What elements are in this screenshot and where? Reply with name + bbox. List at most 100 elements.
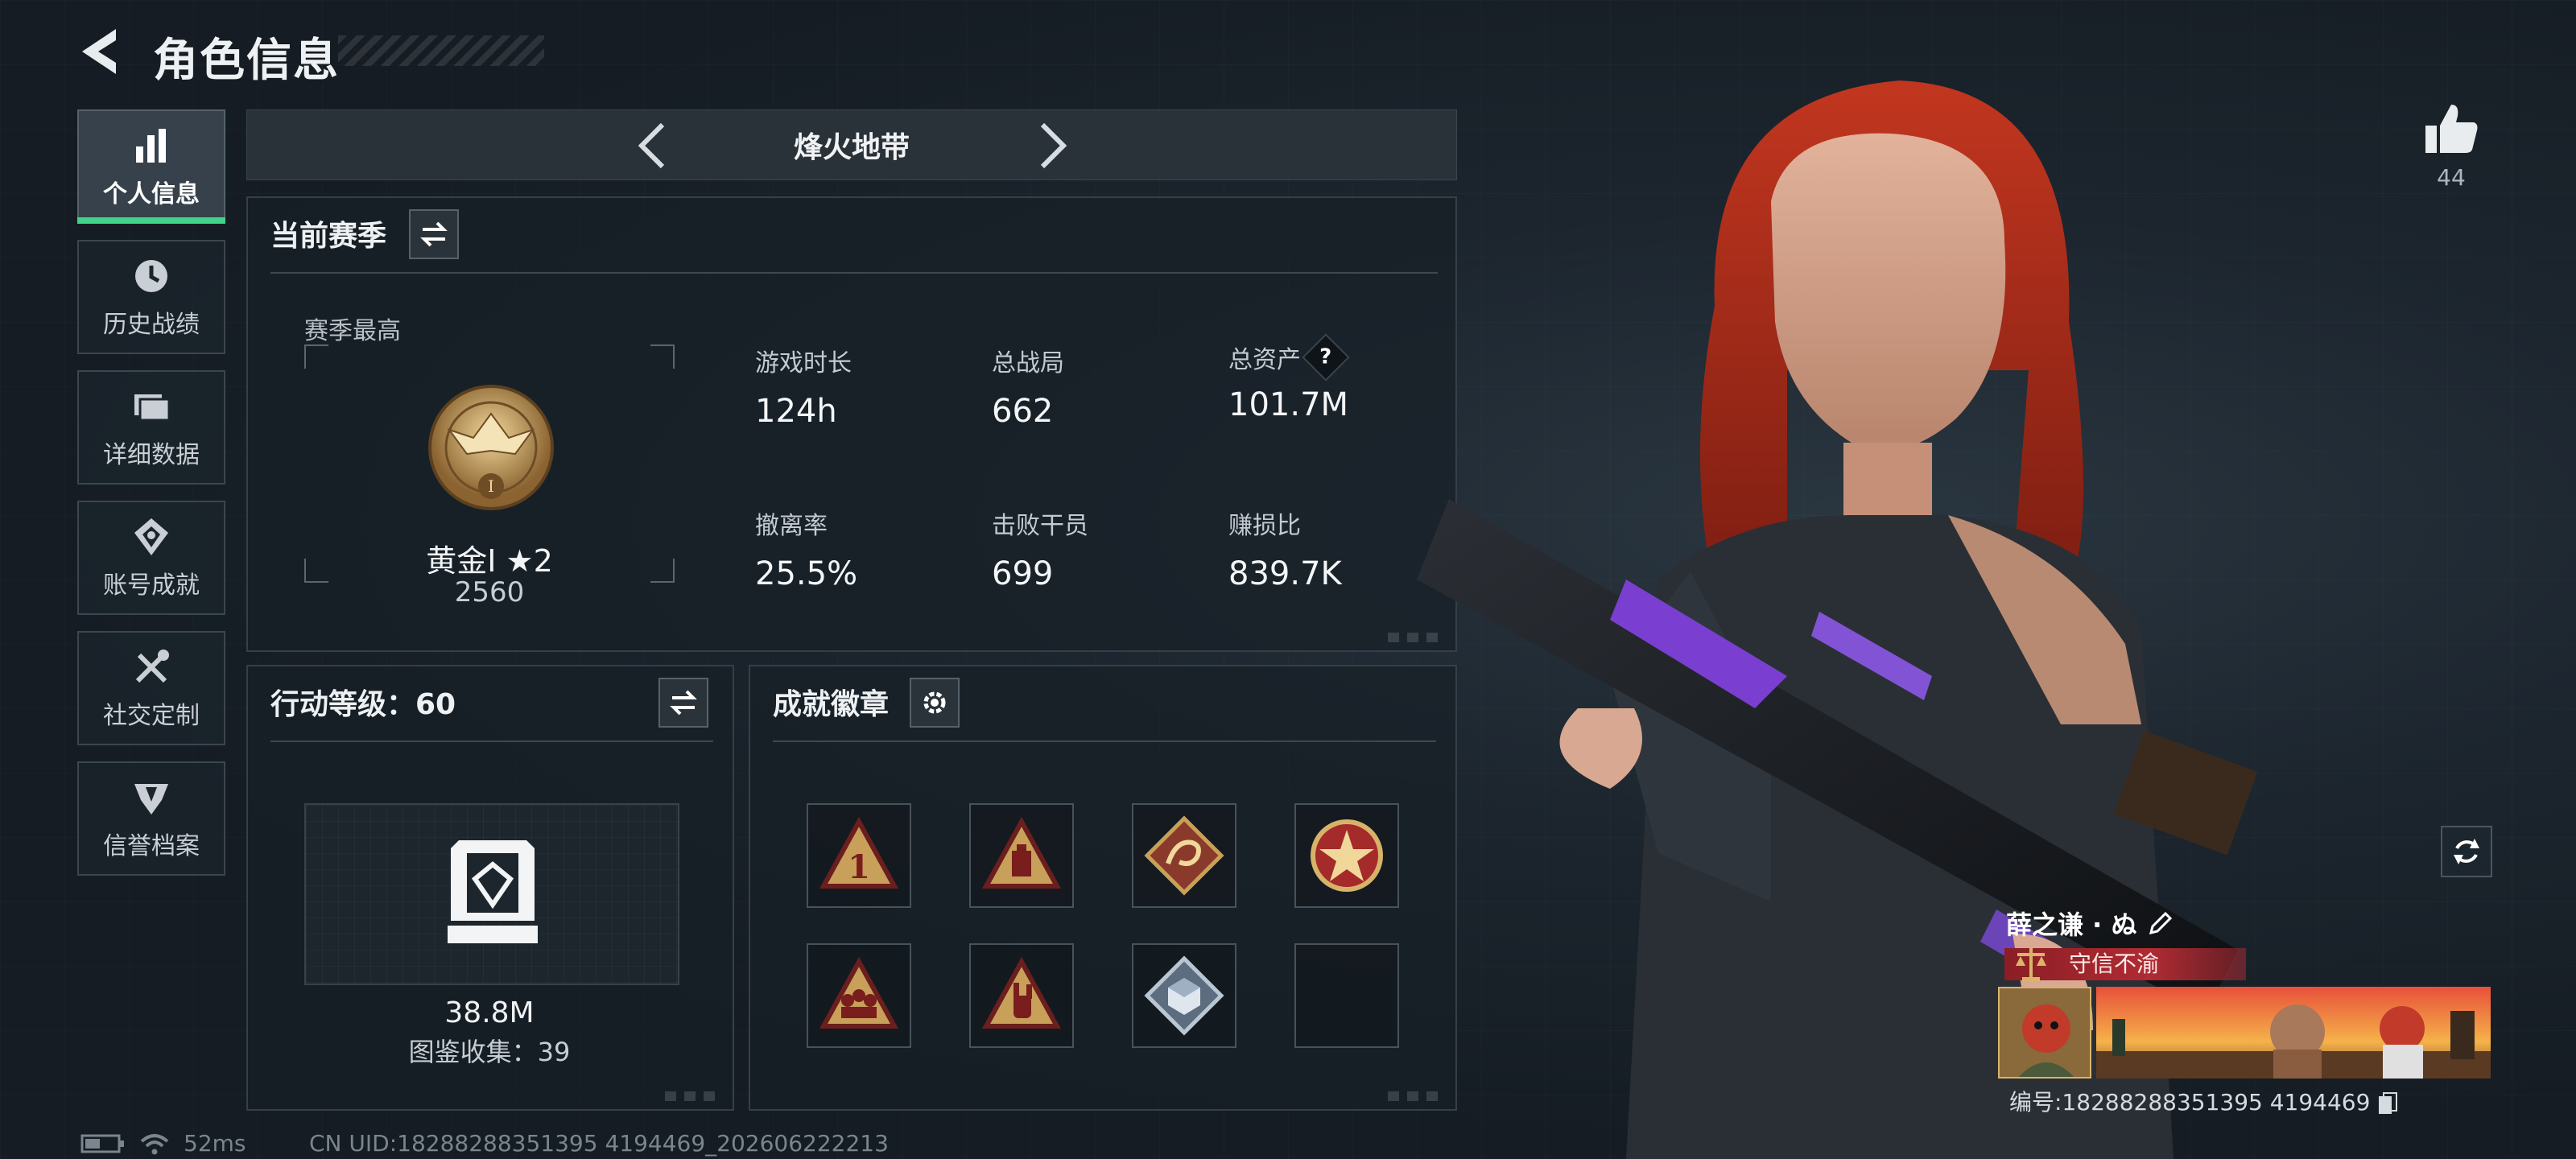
supply-badge[interactable] bbox=[969, 803, 1074, 908]
level-panel: 行动等级：60 38.8M 图鉴收集：39 bbox=[246, 665, 734, 1111]
player-name: 薛之谦 · ぬ bbox=[2006, 909, 2137, 940]
tools-icon bbox=[135, 650, 169, 683]
stat-value: 25.5% bbox=[755, 555, 858, 592]
collection-card[interactable] bbox=[304, 803, 679, 985]
mode-next-button[interactable] bbox=[1023, 118, 1080, 173]
sidebar-item-reputation[interactable]: 信誉档案 bbox=[77, 761, 225, 876]
status-bar: 52ms bbox=[80, 1130, 246, 1157]
thumbs-up-icon bbox=[2425, 105, 2478, 153]
swap-icon bbox=[670, 690, 697, 716]
sidebar: 个人信息 历史战绩 详细数据 账号成就 社交定制 信誉档案 bbox=[77, 109, 227, 892]
clock-icon bbox=[135, 260, 167, 292]
wifi-icon bbox=[140, 1133, 169, 1154]
hand-sign-badge[interactable] bbox=[969, 943, 1074, 1048]
chevron-right-icon bbox=[1040, 122, 1067, 169]
stat-label: 总战局 bbox=[992, 349, 1064, 377]
sidebar-item-label: 个人信息 bbox=[103, 180, 200, 208]
team-badge-icon bbox=[819, 956, 899, 1029]
corner-decoration bbox=[665, 1091, 721, 1101]
folder-icon bbox=[134, 394, 171, 422]
sidebar-item-personal-info[interactable]: 个人信息 bbox=[77, 109, 225, 224]
achievements-heading: 成就徽章 bbox=[773, 688, 890, 721]
season-panel: 当前赛季 赛季最高 I 黄金I ★2 2560 游戏时长 124h 总战局 66… bbox=[246, 196, 1457, 652]
uid-text: CN UID:18288288351395 4194469_2026062222… bbox=[309, 1130, 889, 1157]
stat-total-assets: 总资产 ? 101.7M bbox=[1228, 333, 1350, 423]
divider bbox=[270, 272, 1438, 274]
bar-chart-icon bbox=[136, 129, 166, 163]
achievements-settings-button[interactable] bbox=[910, 678, 960, 728]
shield-icon bbox=[134, 784, 168, 815]
stat-label: 游戏时长 bbox=[755, 349, 852, 377]
stat-value: 662 bbox=[992, 393, 1054, 430]
dragon-badge-icon bbox=[1144, 815, 1224, 896]
level-value: 38.8M bbox=[444, 996, 535, 1029]
season-switch-button[interactable] bbox=[409, 209, 459, 259]
player-id: 编号:18288288351395 4194469 bbox=[2009, 1085, 2398, 1117]
stat-label: 击败干员 bbox=[992, 512, 1088, 540]
ping-value: 52ms bbox=[184, 1130, 246, 1157]
level-heading: 行动等级：60 bbox=[270, 688, 456, 721]
avatar-image bbox=[2000, 988, 2090, 1077]
scales-icon bbox=[2016, 948, 2046, 981]
copy-icon[interactable] bbox=[2377, 1091, 2398, 1116]
help-button[interactable]: ? bbox=[1302, 333, 1350, 382]
hand-sign-badge-icon bbox=[981, 956, 1062, 1029]
mode-selector: 烽火地带 bbox=[246, 109, 1457, 180]
mode-title: 烽火地带 bbox=[793, 131, 910, 164]
divider bbox=[773, 740, 1436, 742]
refresh-button[interactable] bbox=[2441, 826, 2492, 877]
rank-name: 黄金I ★2 bbox=[426, 543, 553, 579]
sidebar-item-label: 详细数据 bbox=[103, 441, 200, 469]
sidebar-item-achievements[interactable]: 账号成就 bbox=[77, 501, 225, 615]
season-heading: 当前赛季 bbox=[270, 220, 387, 253]
refresh-icon bbox=[2454, 839, 2479, 864]
stat-total-matches: 总战局 662 bbox=[992, 343, 1064, 430]
rank-one-badge[interactable]: 1 bbox=[807, 803, 911, 908]
gear-icon bbox=[923, 691, 946, 714]
back-button[interactable] bbox=[77, 26, 126, 77]
dragon-badge[interactable] bbox=[1132, 803, 1236, 908]
back-arrow-icon bbox=[82, 29, 116, 74]
collection-count: 图鉴收集：39 bbox=[408, 1037, 571, 1067]
stat-label: 赚损比 bbox=[1228, 512, 1301, 540]
like-button[interactable]: 44 bbox=[2415, 101, 2487, 191]
stat-profit-ratio: 赚损比 839.7K bbox=[1228, 505, 1342, 592]
sidebar-item-detailed-data[interactable]: 详细数据 bbox=[77, 370, 225, 485]
edit-icon[interactable] bbox=[2146, 909, 2175, 938]
stat-label: 总资产 ? bbox=[1228, 333, 1350, 382]
collection-display-icon bbox=[448, 840, 538, 943]
sidebar-item-label: 历史战绩 bbox=[103, 311, 200, 339]
help-icon: ? bbox=[1319, 345, 1332, 369]
sidebar-item-history[interactable]: 历史战绩 bbox=[77, 240, 225, 354]
team-badge[interactable] bbox=[807, 943, 911, 1048]
supply-badge-icon bbox=[981, 816, 1062, 889]
rank-score: 2560 bbox=[454, 576, 525, 608]
mode-prev-button[interactable] bbox=[625, 118, 682, 173]
stat-value: 839.7K bbox=[1228, 555, 1342, 592]
swap-icon bbox=[420, 221, 448, 247]
achievement-icon bbox=[134, 518, 168, 555]
player-id-text: 编号:18288288351395 4194469 bbox=[2009, 1089, 2371, 1116]
stat-label: 撤离率 bbox=[755, 512, 828, 540]
stat-value: 699 bbox=[992, 555, 1054, 592]
divider bbox=[270, 740, 713, 742]
crate-badge-icon bbox=[1144, 955, 1224, 1036]
battery-icon bbox=[80, 1134, 124, 1153]
stat-extraction-rate: 撤离率 25.5% bbox=[755, 505, 857, 592]
avatar[interactable] bbox=[1998, 987, 2091, 1079]
sidebar-item-label: 信誉档案 bbox=[103, 832, 200, 860]
title-decoration bbox=[338, 35, 544, 66]
page-title: 角色信息 bbox=[153, 35, 340, 87]
sidebar-item-label: 社交定制 bbox=[103, 702, 200, 730]
chevron-left-icon bbox=[638, 122, 665, 169]
stat-play-time: 游戏时长 124h bbox=[755, 343, 852, 430]
crate-badge[interactable] bbox=[1132, 943, 1236, 1048]
banner-image bbox=[2096, 987, 2491, 1079]
player-name-row: 薛之谦 · ぬ bbox=[2006, 905, 2175, 942]
stat-value: 101.7M bbox=[1228, 386, 1349, 423]
sidebar-item-label: 账号成就 bbox=[103, 571, 200, 600]
sidebar-item-social[interactable]: 社交定制 bbox=[77, 631, 225, 745]
svg-text:I: I bbox=[488, 476, 494, 496]
level-switch-button[interactable] bbox=[658, 678, 708, 728]
season-best-label: 赛季最高 bbox=[304, 317, 401, 345]
